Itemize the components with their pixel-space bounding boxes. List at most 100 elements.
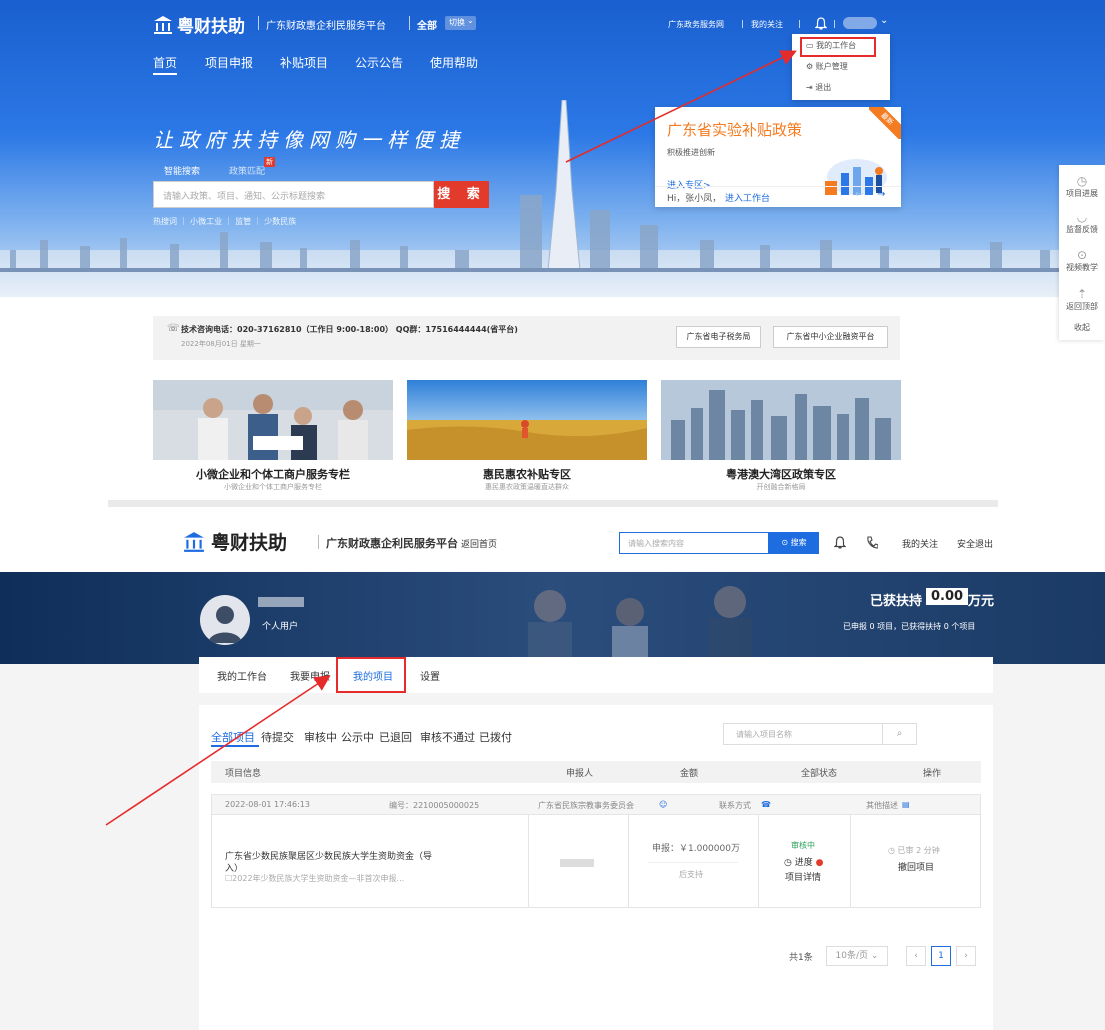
card-agriculture[interactable]: 惠民惠农补贴专区 惠民惠农政策温暖直达群众 <box>407 380 647 495</box>
cell-divider <box>758 815 759 908</box>
cell-divider <box>628 815 629 908</box>
filter-rejected[interactable]: 审核不通过 <box>420 729 475 745</box>
dropdown-label: 退出 <box>815 83 832 92</box>
user-banner: 个人用户 已获扶持 0.00 万元 已申报 0 项目，已获得扶持 0 个项目 <box>0 572 1105 664</box>
filter-publicizing[interactable]: 公示中 <box>341 729 374 745</box>
arrow-left-icon[interactable]: ← <box>855 189 863 200</box>
bell-icon[interactable] <box>834 536 846 549</box>
page-number-current[interactable]: 1 <box>931 946 951 966</box>
side-video-tutorial[interactable]: ⊙ 视频教学 <box>1059 248 1105 273</box>
search-input[interactable]: 请输入政策、项目、通知、公示标题搜索 <box>153 181 434 208</box>
promo-workbench-link[interactable]: 进入工作台 <box>725 191 770 204</box>
side-label: 项目进展 <box>1066 189 1098 198</box>
card-subtitle: 开创融合新格局 <box>756 483 806 491</box>
promo-card[interactable]: 最新 广东省实验补贴政策 积极推进创新 进入专区> Hi，张小凤， 进入工作台 … <box>655 107 901 207</box>
page-size-select[interactable]: 10条/页 ⌄ <box>826 946 888 966</box>
row-number: 编号：2210005000025 <box>389 801 480 810</box>
phone-icon[interactable]: ☎ <box>761 800 771 809</box>
side-back-to-top[interactable]: ⇡ 返回顶部 <box>1059 287 1105 312</box>
document-icon[interactable]: ▤ <box>902 800 910 809</box>
tab-settings[interactable]: 设置 <box>420 668 440 683</box>
card-small-business[interactable]: 小微企业和个体工商户服务专栏 小微企业和个体工商户服务专栏 <box>153 380 393 495</box>
col-applicant: 申报人 <box>566 769 594 779</box>
screenshot-separator <box>108 500 998 507</box>
project-detail-link[interactable]: 项目详情 <box>785 870 821 883</box>
filter-reviewing[interactable]: 审核中 <box>304 729 337 745</box>
next-page-button[interactable]: › <box>956 946 976 966</box>
project-search-input[interactable]: 请输入项目名称 <box>723 723 883 745</box>
side-project-progress[interactable]: ◷ 项目进展 <box>1059 174 1105 199</box>
prev-page-button[interactable]: ‹ <box>906 946 926 966</box>
my-follow-link[interactable]: 我的关注 <box>751 19 783 30</box>
my-follow-link[interactable]: 我的关注 <box>902 537 938 550</box>
header-search-button[interactable]: ⊙ 搜索 <box>769 532 819 554</box>
row-other[interactable]: 其他描述 <box>866 800 898 811</box>
shield-icon: ◡ <box>1076 210 1088 224</box>
search-button[interactable]: 搜 索 <box>434 181 489 208</box>
row-contact[interactable]: 联系方式 <box>719 800 751 811</box>
side-collapse[interactable]: 收起 <box>1059 322 1105 333</box>
review-time-text: 已审 2 分钟 <box>897 846 940 855</box>
progress-link[interactable]: ◷ 进度 ● <box>784 855 823 868</box>
project-list-panel: 全部项目 待提交 审核中 公示中 已退回 审核不通过 已拨付 请输入项目名称 ⌕… <box>199 705 993 1030</box>
brand-name[interactable]: 粤财扶助 <box>177 12 245 37</box>
withdraw-button[interactable]: 撤回项目 <box>898 860 934 873</box>
dropdown-item-account[interactable]: ⚙ 账户管理 <box>806 61 848 72</box>
bell-icon[interactable] <box>815 17 827 30</box>
wheat-field-photo <box>407 380 647 460</box>
chevron-down-icon: ⌄ <box>880 15 889 26</box>
phone-icon[interactable] <box>866 536 878 549</box>
card-subtitle: 惠民惠农政策温暖直达群众 <box>485 483 569 491</box>
gov-service-link[interactable]: 广东政务服务网 <box>668 19 724 30</box>
promo-title: 广东省实验补贴政策 <box>667 121 803 139</box>
chevron-down-icon: ⌄ <box>870 951 879 961</box>
promo-footer: Hi，张小凤， 进入工作台 ← → <box>655 186 901 207</box>
row-department: 广东省民族宗教事务委员会 <box>538 801 634 810</box>
applied-amount: 申报：￥1.000000万 <box>652 844 740 854</box>
back-home-link[interactable]: 返回首页 <box>461 537 497 550</box>
nav-subsidy-projects[interactable]: 补贴项目 <box>280 54 328 71</box>
platform-name: 广东财政惠企利民服务平台 <box>266 21 386 32</box>
nav-project-apply[interactable]: 项目申报 <box>205 54 253 71</box>
project-title-line1[interactable]: 广东省少数民族聚居区少数民族大学生资助资金（导 <box>225 849 432 862</box>
nav-announcements[interactable]: 公示公告 <box>355 54 403 71</box>
user-account-menu[interactable] <box>843 17 877 29</box>
tab-policy-match[interactable]: 政策匹配 <box>229 164 265 177</box>
logout-link[interactable]: 安全退出 <box>957 537 993 550</box>
card-title: 小微企业和个体工商户服务专栏 <box>196 468 350 481</box>
divider <box>648 862 738 863</box>
e-tax-link[interactable]: 广东省电子税务局 <box>676 326 761 348</box>
dropdown-item-logout[interactable]: ⇥ 退出 <box>806 82 831 93</box>
tab-workbench[interactable]: 我的工作台 <box>217 668 267 683</box>
arrow-up-icon: ⇡ <box>1076 287 1088 301</box>
divider-bar: | <box>798 19 801 28</box>
chat-icon[interactable]: ☺ <box>659 800 667 809</box>
hot-search-words[interactable]: 热搜词 ｜ 小微工业 ｜ 监管 ｜ 少数民族 <box>153 216 296 227</box>
nav-home[interactable]: 首页 <box>153 54 177 71</box>
header-search-input[interactable]: 请输入搜索内容 <box>619 532 769 554</box>
avatar[interactable] <box>200 595 250 645</box>
new-badge: 新 <box>264 157 275 167</box>
brand-name[interactable]: 粤财扶助 <box>211 528 287 555</box>
cell-divider <box>528 815 529 908</box>
project-subtitle-text: 2022年少数民族大学生资助资金—非首次申报... <box>232 874 405 883</box>
page-size-label: 10条/页 <box>835 951 869 961</box>
side-label: 视频教学 <box>1066 263 1098 272</box>
sme-finance-link[interactable]: 广东省中小企业融资平台 <box>773 326 888 348</box>
side-feedback[interactable]: ◡ 监督反馈 <box>1059 210 1105 235</box>
progress-label: 进度 <box>794 858 813 868</box>
filter-returned[interactable]: 已退回 <box>379 729 412 745</box>
tab-apply[interactable]: 我要申报 <box>290 668 330 683</box>
arrow-right-icon[interactable]: → <box>877 189 885 200</box>
user-type: 个人用户 <box>262 622 299 632</box>
region-switch-button[interactable]: 切换 ⌄ <box>445 16 476 30</box>
col-status[interactable]: 全部状态 <box>801 766 837 779</box>
card-greater-bay-area[interactable]: 粤港澳大湾区政策专区 开创融合新格局 <box>661 380 901 495</box>
contact-text: 技术咨询电话：020-37162810（工作日 9:00-18:00） QQ群：… <box>181 325 518 334</box>
nav-help[interactable]: 使用帮助 <box>430 54 478 71</box>
filter-pending-submit[interactable]: 待提交 <box>261 729 294 745</box>
search-icon[interactable]: ⌕ <box>883 723 917 745</box>
hero-slogan: 让政府扶持像网购一样便捷 <box>153 128 465 152</box>
filter-all[interactable]: 全部项目 <box>211 729 255 745</box>
filter-disbursed[interactable]: 已拨付 <box>479 729 512 745</box>
